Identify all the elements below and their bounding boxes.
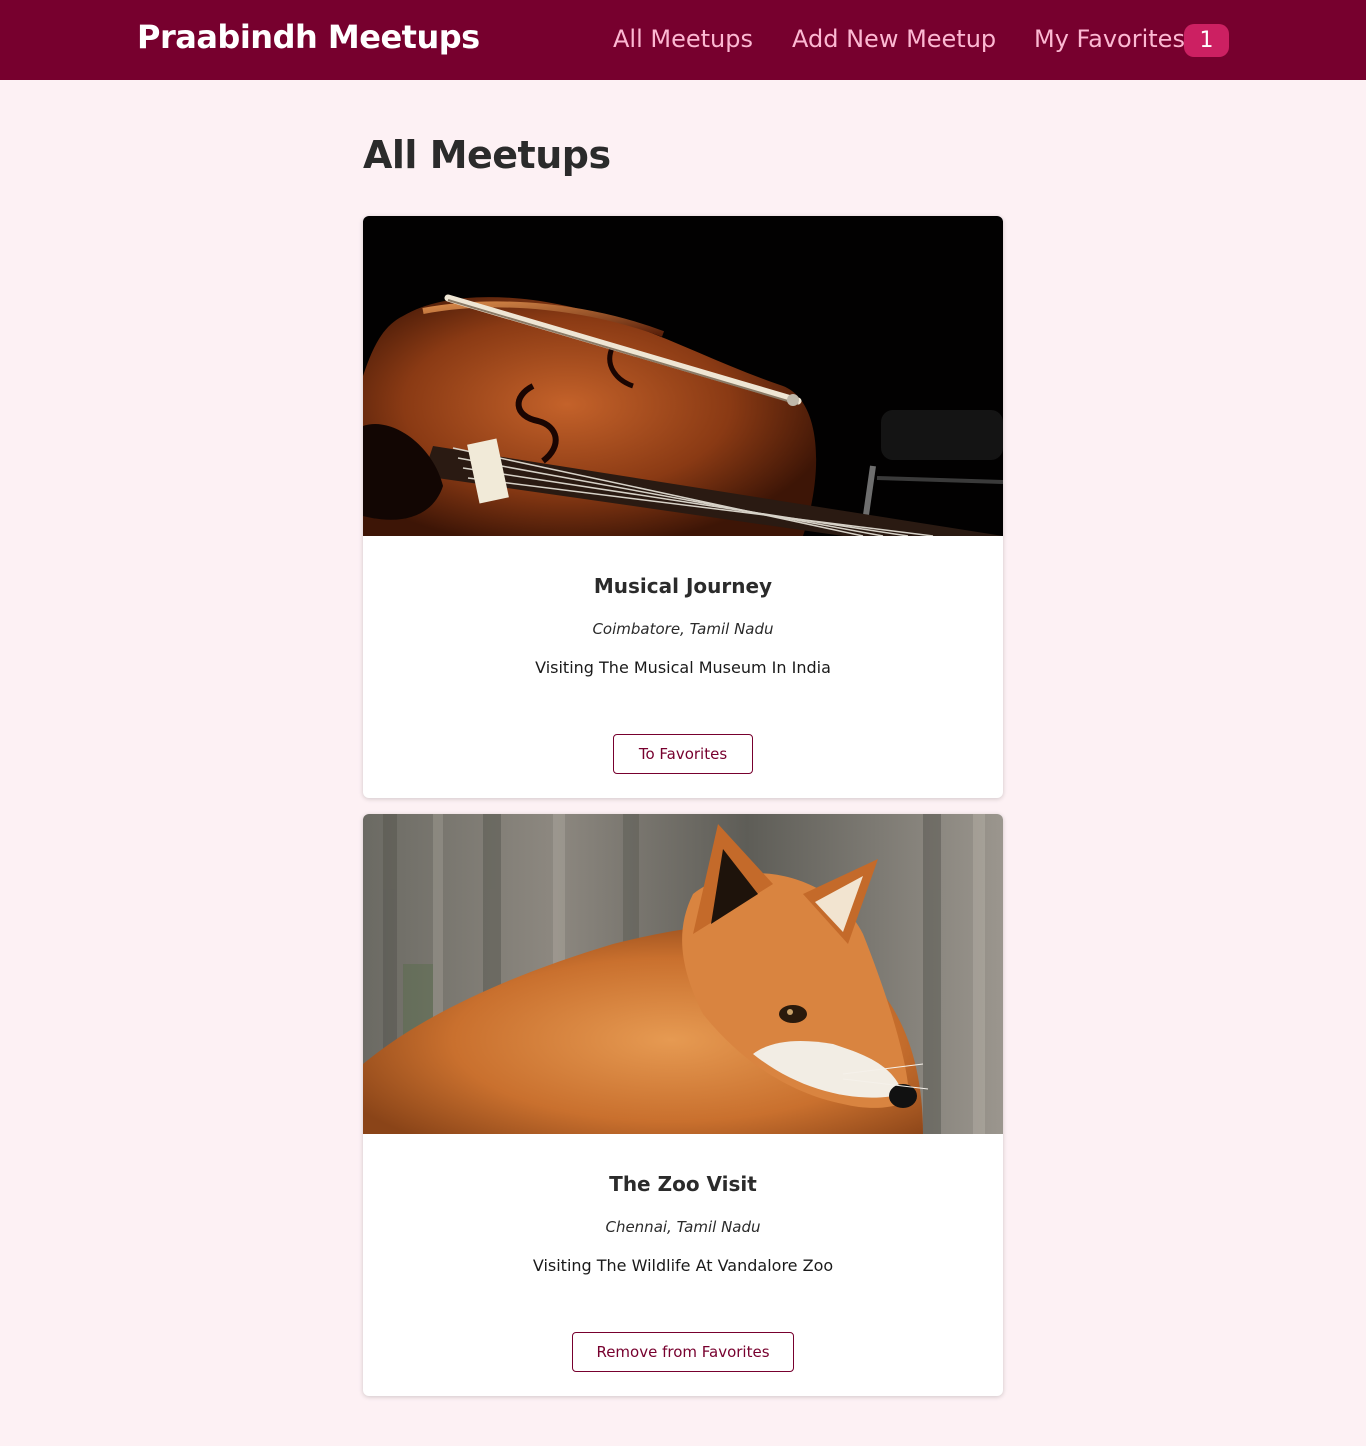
meetup-description: Visiting The Wildlife At Vandalore Zoo: [532, 1256, 834, 1275]
top-navigation-bar: Praabindh Meetups All Meetups Add New Me…: [0, 0, 1366, 80]
meetup-address: Chennai, Tamil Nadu: [605, 1218, 761, 1236]
meetup-card: Musical Journey Coimbatore, Tamil Nadu V…: [363, 216, 1003, 798]
to-favorites-button[interactable]: To Favorites: [613, 734, 753, 774]
meetup-description: Visiting The Musical Museum In India: [535, 658, 831, 677]
meetup-title: Musical Journey: [593, 574, 773, 598]
meetup-title: The Zoo Visit: [609, 1172, 757, 1196]
nav-my-favorites[interactable]: My Favorites: [1034, 25, 1185, 53]
meetup-address: Coimbatore, Tamil Nadu: [592, 620, 774, 638]
remove-from-favorites-button[interactable]: Remove from Favorites: [572, 1332, 794, 1372]
site-logo[interactable]: Praabindh Meetups: [137, 18, 480, 56]
page-title: All Meetups: [363, 133, 611, 177]
nav-add-new-meetup[interactable]: Add New Meetup: [792, 25, 996, 53]
fox-image: [363, 814, 1003, 1134]
cello-image: [363, 216, 1003, 536]
nav-all-meetups[interactable]: All Meetups: [613, 25, 753, 53]
favorites-count-badge[interactable]: 1: [1184, 24, 1229, 57]
meetup-card: The Zoo Visit Chennai, Tamil Nadu Visiti…: [363, 814, 1003, 1396]
